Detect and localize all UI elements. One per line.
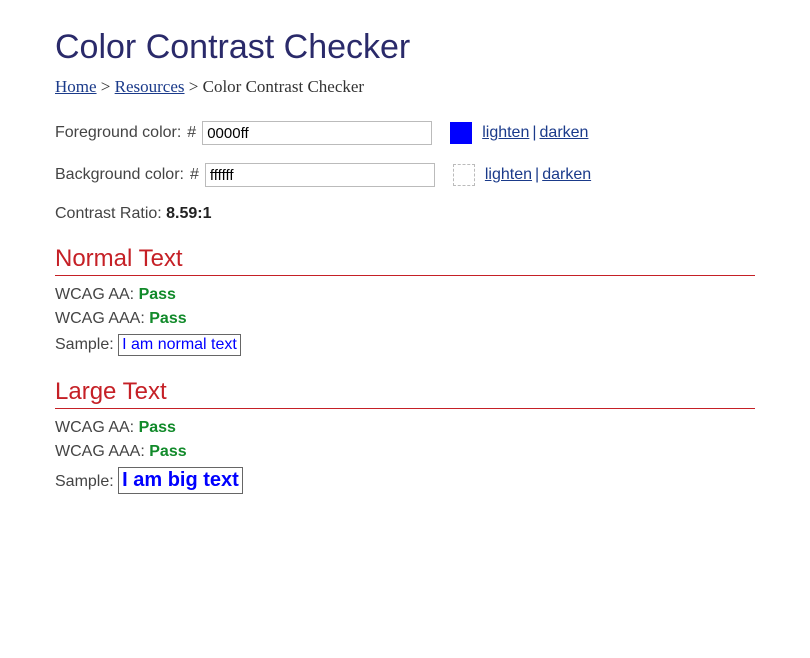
foreground-input[interactable]: [202, 121, 432, 145]
normal-text-heading: Normal Text: [55, 245, 755, 276]
large-sample-line: Sample: I am big text: [55, 467, 755, 494]
background-input[interactable]: [205, 163, 435, 187]
breadcrumb-sep: >: [189, 77, 199, 96]
large-aa-result: Pass: [139, 419, 176, 436]
background-lighten-link[interactable]: lighten: [485, 166, 532, 183]
large-sample-label: Sample:: [55, 473, 118, 490]
breadcrumb-resources[interactable]: Resources: [115, 77, 185, 96]
normal-aa-label: WCAG AA:: [55, 286, 139, 303]
normal-aaa-result: Pass: [149, 310, 186, 327]
large-sample-box: I am big text: [118, 467, 243, 494]
large-aaa-label: WCAG AAA:: [55, 443, 149, 460]
background-label: Background color:: [55, 166, 184, 184]
normal-aa-result: Pass: [139, 286, 176, 303]
large-text-heading: Large Text: [55, 378, 755, 409]
hash-symbol: #: [187, 124, 196, 142]
breadcrumb-current: Color Contrast Checker: [203, 77, 364, 96]
large-aa-label: WCAG AA:: [55, 419, 139, 436]
page-title: Color Contrast Checker: [55, 28, 755, 67]
background-darken-link[interactable]: darken: [542, 166, 591, 183]
contrast-ratio: Contrast Ratio: 8.59:1: [55, 205, 755, 223]
ratio-label: Contrast Ratio:: [55, 205, 166, 222]
background-swatch[interactable]: [453, 164, 475, 186]
background-row: Background color: # lighten|darken: [55, 163, 755, 187]
pipe-sep: |: [529, 124, 539, 141]
foreground-label: Foreground color:: [55, 124, 181, 142]
breadcrumb: Home > Resources > Color Contrast Checke…: [55, 77, 755, 97]
ratio-value: 8.59:1: [166, 205, 211, 222]
breadcrumb-sep: >: [101, 77, 111, 96]
normal-aaa-label: WCAG AAA:: [55, 310, 149, 327]
normal-sample-label: Sample:: [55, 336, 118, 353]
normal-aaa: WCAG AAA: Pass: [55, 310, 755, 328]
hash-symbol: #: [190, 166, 199, 184]
foreground-swatch[interactable]: [450, 122, 472, 144]
foreground-darken-link[interactable]: darken: [540, 124, 589, 141]
pipe-sep: |: [532, 166, 542, 183]
foreground-row: Foreground color: # lighten|darken: [55, 121, 755, 145]
normal-sample-line: Sample: I am normal text: [55, 334, 755, 356]
large-aa: WCAG AA: Pass: [55, 419, 755, 437]
large-aaa: WCAG AAA: Pass: [55, 443, 755, 461]
breadcrumb-home[interactable]: Home: [55, 77, 97, 96]
normal-aa: WCAG AA: Pass: [55, 286, 755, 304]
foreground-lighten-link[interactable]: lighten: [482, 124, 529, 141]
large-aaa-result: Pass: [149, 443, 186, 460]
normal-sample-box: I am normal text: [118, 334, 241, 356]
